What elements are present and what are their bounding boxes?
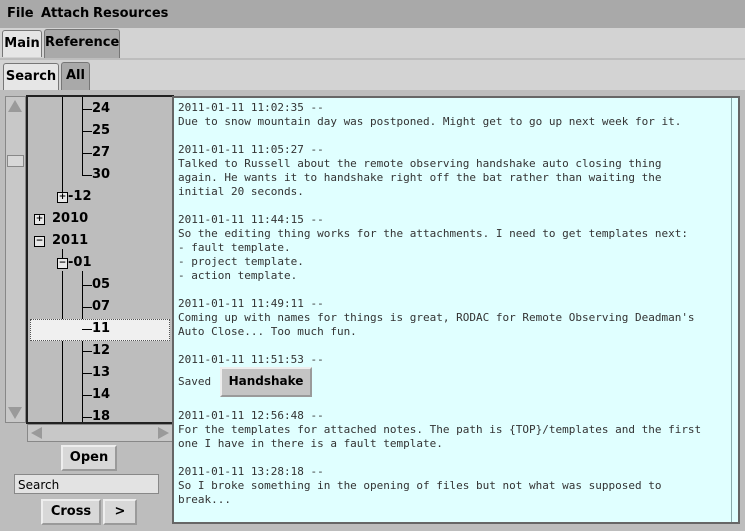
log-text: Due to snow mountain day was postponed. … (178, 115, 682, 128)
tree-node-year-2011[interactable]: 2011 (52, 231, 88, 251)
collapse-icon[interactable]: − (57, 258, 68, 269)
menu-attach[interactable]: Attach (41, 6, 89, 21)
scroll-left-icon[interactable] (31, 427, 42, 439)
expand-icon[interactable]: + (57, 192, 68, 203)
tree-line (82, 109, 92, 110)
log-timestamp: 2011-01-11 11:44:15 -- (178, 213, 324, 226)
log-timestamp: 2011-01-11 11:51:53 -- (178, 353, 324, 366)
scroll-down-icon[interactable] (8, 407, 22, 419)
scroll-right-icon[interactable] (158, 427, 169, 439)
tree-node-day[interactable]: 27 (92, 143, 110, 163)
tree-line (82, 417, 92, 418)
log-text: So the editing thing works for the attac… (178, 227, 688, 282)
log-text: Coming up with names for things is great… (178, 311, 695, 338)
tree-horizontal-scrollbar[interactable] (27, 424, 173, 442)
tree-line (82, 97, 83, 175)
expand-icon[interactable]: + (34, 214, 45, 225)
main-tab-bar: Main Reference (0, 28, 745, 58)
tab-reference[interactable]: Reference (44, 29, 120, 58)
log-text: Talked to Russell about the remote obser… (178, 157, 662, 198)
tab-main[interactable]: Main (2, 30, 42, 57)
tree-line (82, 329, 92, 330)
next-button[interactable]: > (103, 499, 137, 525)
tree-line (62, 271, 63, 422)
open-button[interactable]: Open (61, 445, 117, 471)
tree-node-day[interactable]: 14 (92, 385, 110, 405)
log-saved-label: Saved (178, 375, 212, 388)
log-timestamp: 2011-01-11 13:28:18 -- (178, 465, 324, 478)
tree-line (82, 285, 92, 286)
log-text: For the templates for attached notes. Th… (178, 423, 702, 450)
tree-node-day[interactable]: 25 (92, 121, 110, 141)
tree-node-day[interactable]: 12 (92, 341, 110, 361)
menu-file[interactable]: File (7, 6, 34, 21)
tree-node-month[interactable]: -01 (68, 253, 92, 273)
tree-line (82, 175, 92, 176)
tree-node-year-2010[interactable]: 2010 (52, 209, 88, 229)
tree-node-day-selected[interactable]: 11 (92, 319, 110, 339)
log-text: So I broke something in the opening of f… (178, 479, 662, 506)
sub-tab-bar: Search All (0, 60, 745, 90)
collapse-icon[interactable]: − (34, 236, 45, 247)
tree-node-day[interactable]: 05 (92, 275, 110, 295)
tree-node-day[interactable]: 30 (92, 165, 110, 185)
tree-vertical-scrollbar[interactable] (5, 96, 26, 423)
tree-node-day[interactable]: 24 (92, 99, 110, 119)
tree-node-day[interactable]: 07 (92, 297, 110, 317)
log-timestamp: 2011-01-11 11:49:11 -- (178, 297, 324, 310)
tree-line (82, 271, 83, 422)
tab-search[interactable]: Search (3, 63, 59, 90)
tree-line (82, 395, 92, 396)
tree-line (82, 351, 92, 352)
log-timestamp: 2011-01-11 11:02:35 -- (178, 101, 324, 114)
tree-node-day[interactable]: 18 (92, 407, 110, 422)
cross-button[interactable]: Cross (41, 499, 101, 525)
tree-line (82, 153, 92, 154)
tree-line (62, 97, 63, 197)
date-tree: 24 25 27 30 + -12 + 2010 − 2011 − -01 05… (26, 95, 174, 424)
tree-line (82, 307, 92, 308)
log-timestamp: 2011-01-11 12:56:48 -- (178, 409, 324, 422)
search-input[interactable]: Search (14, 474, 159, 494)
handshake-button[interactable]: Handshake (220, 367, 312, 397)
menu-bar: File Attach Resources (0, 0, 745, 29)
log-timestamp: 2011-01-11 11:05:27 -- (178, 143, 324, 156)
log-scrollbar[interactable] (731, 98, 738, 522)
scroll-thumb[interactable] (7, 155, 24, 167)
log-view[interactable]: 2011-01-11 11:02:35 -- Due to snow mount… (172, 96, 740, 524)
tree-node-month[interactable]: -12 (68, 187, 92, 207)
tab-all[interactable]: All (61, 62, 90, 90)
scroll-up-icon[interactable] (8, 100, 22, 112)
tree-node-day[interactable]: 13 (92, 363, 110, 383)
menu-resources[interactable]: Resources (93, 6, 168, 21)
tree-line (82, 131, 92, 132)
tree-line (82, 373, 92, 374)
